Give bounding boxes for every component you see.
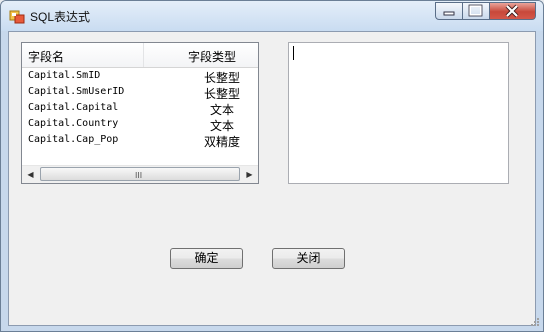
list-item[interactable]: Capital.SmUserID 长整型 [22, 85, 258, 101]
list-item[interactable]: Capital.SmID 长整型 [22, 69, 258, 85]
ok-button[interactable]: 确定 [170, 248, 243, 269]
list-item[interactable]: Capital.Capital 文本 [22, 101, 258, 117]
list-item[interactable]: Capital.Cap_Pop 双精度 [22, 133, 258, 149]
scrollbar-grip-icon: III [135, 171, 143, 180]
resize-grip-icon[interactable] [529, 316, 539, 326]
close-window-button[interactable] [490, 2, 536, 20]
listview-header: 字段名 字段类型 [22, 43, 258, 68]
column-header-field-name[interactable]: 字段名 [28, 48, 64, 65]
field-name-cell: Capital.Capital [28, 102, 119, 113]
maximize-icon [468, 4, 483, 17]
minimize-button[interactable] [435, 2, 463, 20]
field-type-cell: 长整型 [203, 71, 240, 85]
sql-expression-textbox[interactable] [288, 42, 509, 184]
scrollbar-thumb[interactable]: III [40, 167, 240, 181]
field-type-cell: 文本 [209, 119, 234, 133]
maximize-button[interactable] [463, 2, 490, 20]
field-name-cell: Capital.Cap_Pop [28, 134, 119, 145]
field-name-cell: Capital.SmUserID [28, 86, 125, 97]
field-listview[interactable]: 字段名 字段类型 Capital.SmID 长整型 Capital.SmUser… [21, 42, 259, 184]
scroll-left-arrow-icon[interactable]: ◀ [22, 166, 39, 183]
column-divider[interactable] [143, 43, 144, 67]
field-type-cell: 双精度 [203, 135, 240, 149]
app-window-icon [9, 10, 25, 24]
close-icon [505, 4, 519, 18]
close-button[interactable]: 关闭 [272, 248, 345, 269]
window-title: SQL表达式 [30, 10, 91, 24]
list-item[interactable]: Capital.Country 文本 [22, 117, 258, 133]
field-type-cell: 长整型 [203, 87, 240, 101]
minimize-icon [443, 11, 455, 16]
column-header-field-type[interactable]: 字段类型 [172, 48, 252, 65]
field-name-cell: Capital.Country [28, 118, 119, 129]
field-type-cell: 文本 [209, 103, 234, 117]
sql-expression-dialog: SQL表达式 字段名 字段类型 Capital.SmID 长整型 Capital… [0, 0, 544, 332]
field-name-cell: Capital.SmID [28, 70, 101, 81]
title-bar[interactable]: SQL表达式 [1, 1, 543, 31]
horizontal-scrollbar[interactable]: ◀ III ▶ [22, 165, 258, 183]
text-caret [293, 46, 294, 60]
scroll-right-arrow-icon[interactable]: ▶ [241, 166, 258, 183]
